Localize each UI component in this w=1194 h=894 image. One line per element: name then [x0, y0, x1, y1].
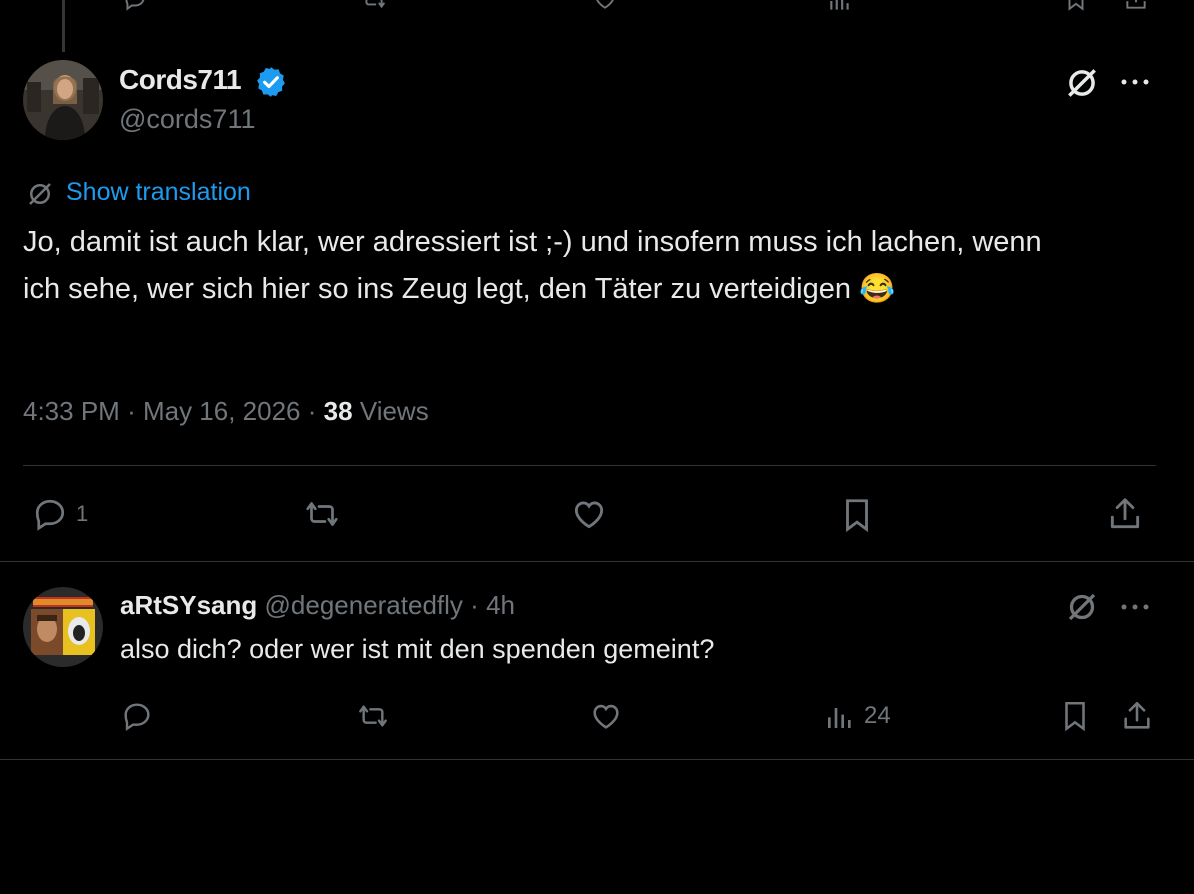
- views-count[interactable]: 38: [324, 396, 353, 426]
- views-icon: [824, 700, 856, 732]
- reply-header: aRtSYsang @degeneratedfly · 4h: [120, 590, 515, 621]
- divider: [0, 561, 1194, 562]
- retweet-icon[interactable]: [354, 700, 392, 732]
- reply-icon: [32, 496, 68, 532]
- reply-separator: ·: [470, 590, 479, 620]
- like-icon[interactable]: [588, 699, 624, 733]
- reply-icon[interactable]: [120, 700, 154, 732]
- bookmark-icon[interactable]: [1058, 699, 1092, 733]
- translate-icon: [25, 179, 55, 209]
- retweet-icon[interactable]: [300, 496, 344, 532]
- user-handle[interactable]: @cords711: [119, 104, 255, 135]
- avatar[interactable]: [23, 60, 103, 140]
- views-icon[interactable]: [826, 0, 854, 14]
- share-icon[interactable]: [1106, 495, 1144, 533]
- bookmark-icon[interactable]: [1062, 0, 1090, 12]
- like-icon[interactable]: [590, 0, 620, 12]
- show-translation-link[interactable]: Show translation: [66, 178, 251, 207]
- previous-tweet-actions: [0, 0, 1194, 14]
- tweet-text: Jo, damit ist auch klar, wer adressiert …: [23, 226, 1042, 305]
- reply-display-name[interactable]: aRtSYsang: [120, 590, 257, 620]
- grok-icon[interactable]: [1064, 589, 1100, 625]
- reply-handle[interactable]: @degeneratedfly: [265, 590, 463, 620]
- views-button[interactable]: 24: [824, 700, 891, 732]
- divider: [0, 759, 1194, 760]
- reply-button[interactable]: 1: [32, 496, 88, 532]
- reply-views-count: 24: [864, 702, 891, 729]
- reply-icon[interactable]: [120, 0, 150, 12]
- reply-timestamp[interactable]: 4h: [486, 590, 515, 620]
- more-options-icon[interactable]: [1120, 78, 1152, 86]
- meta-separator: ·: [307, 396, 317, 426]
- more-options-icon[interactable]: [1120, 603, 1152, 611]
- reply-count: 1: [76, 501, 89, 526]
- bookmark-icon[interactable]: [838, 495, 876, 535]
- display-name[interactable]: Cords711: [119, 64, 242, 96]
- meta-separator: ·: [127, 396, 136, 426]
- retweet-icon[interactable]: [358, 0, 390, 12]
- share-icon[interactable]: [1120, 699, 1154, 733]
- divider: [23, 465, 1156, 466]
- tweet-time[interactable]: 4:33 PM: [23, 396, 120, 426]
- reply-avatar[interactable]: [23, 587, 103, 667]
- like-icon[interactable]: [569, 495, 609, 533]
- share-icon[interactable]: [1122, 0, 1150, 12]
- grok-icon[interactable]: [1063, 64, 1101, 102]
- reply-text: also dich? oder wer ist mit den spenden …: [120, 634, 715, 664]
- tweet-date[interactable]: May 16, 2026: [143, 396, 301, 426]
- tweet-meta: 4:33 PM · May 16, 2026 · 38 Views: [23, 396, 429, 427]
- verified-badge-icon[interactable]: [254, 65, 288, 99]
- views-label[interactable]: Views: [360, 396, 429, 426]
